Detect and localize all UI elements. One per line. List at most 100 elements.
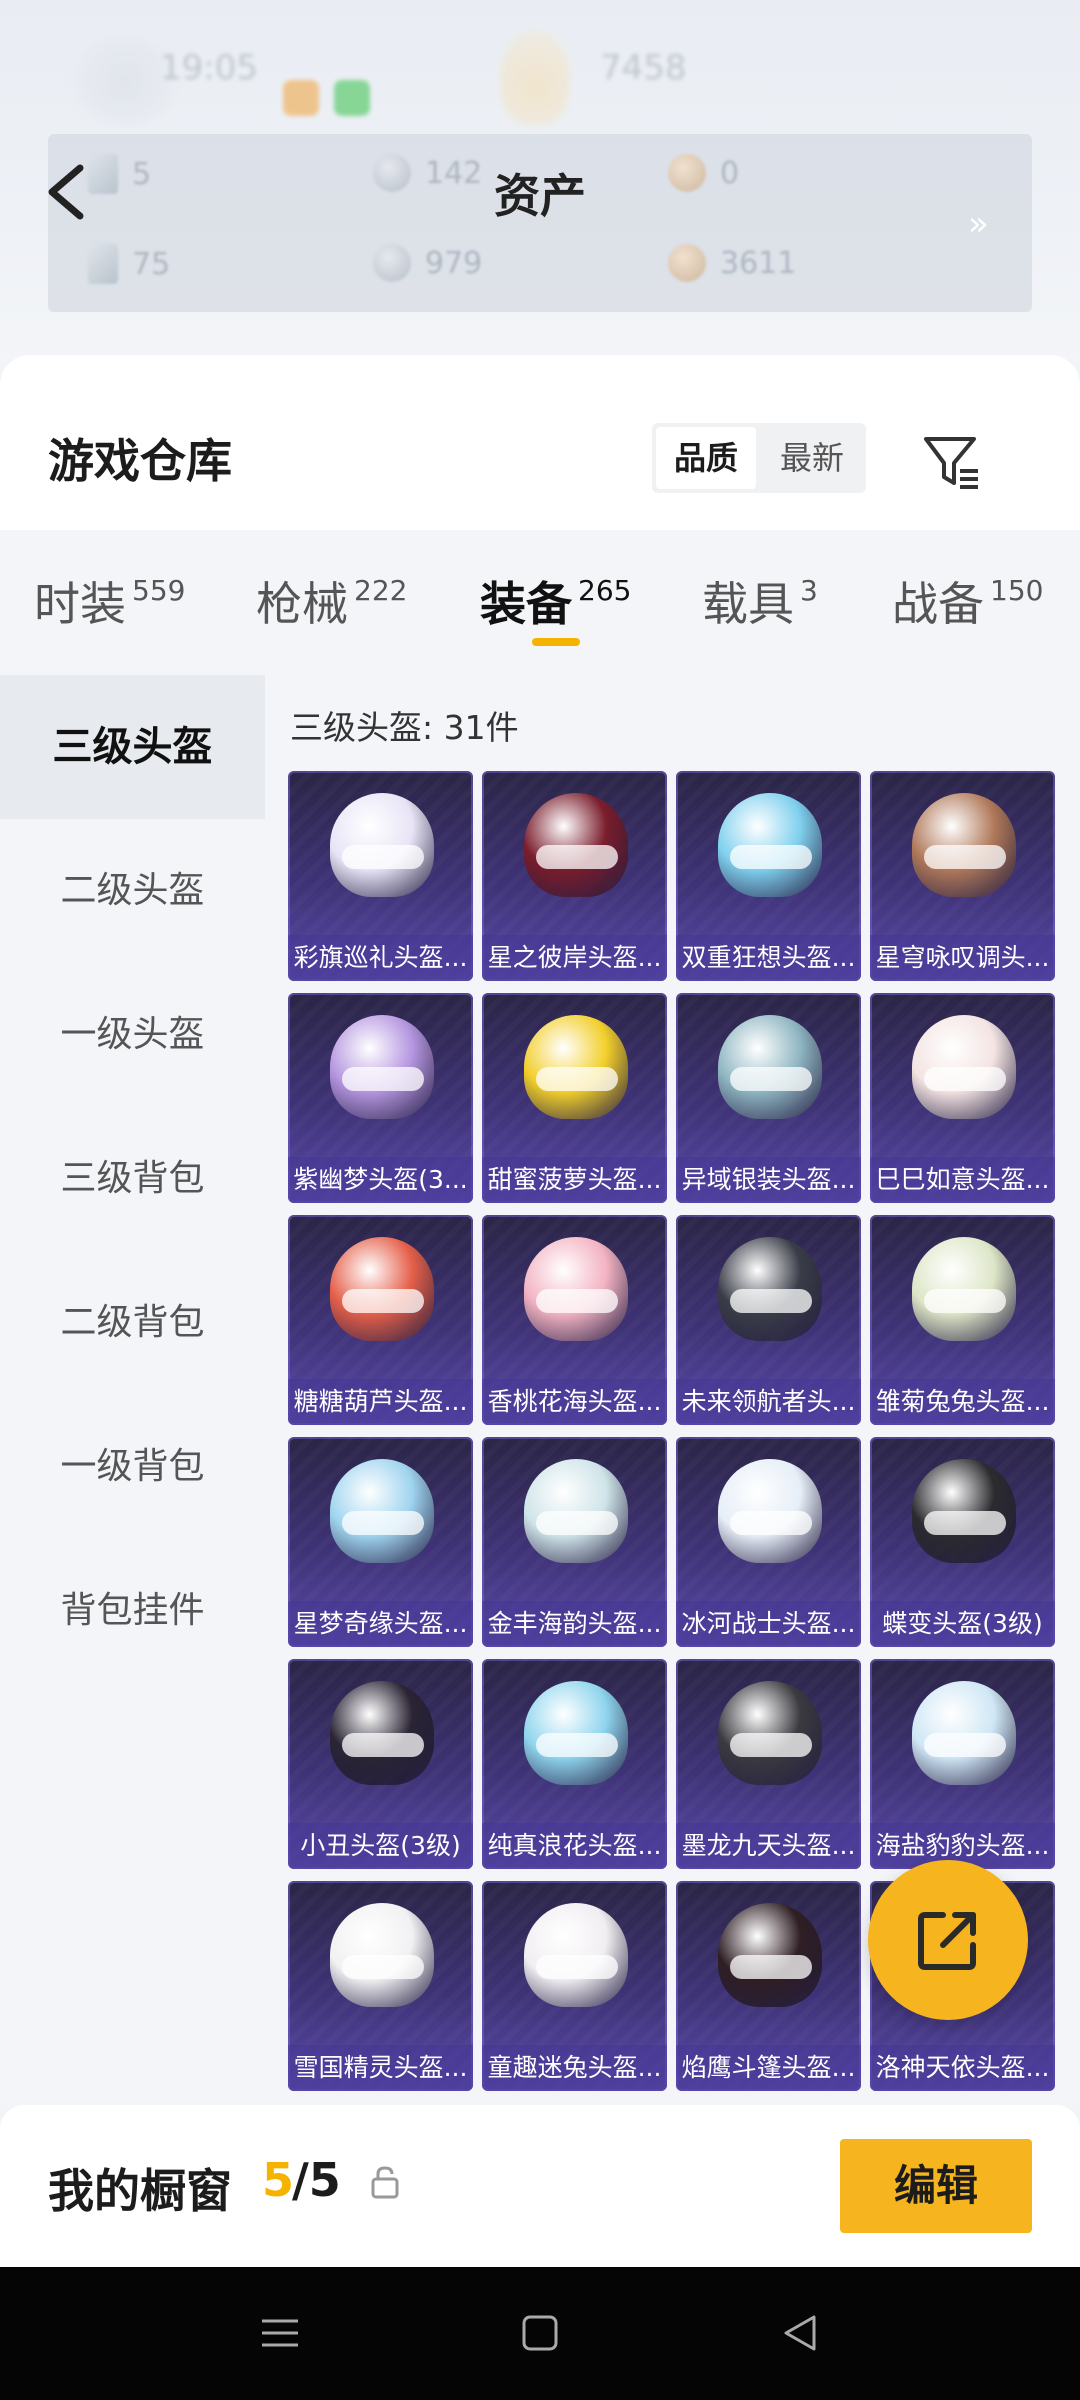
sidebar-item-level2-helmet[interactable]: 二级头盔 bbox=[0, 819, 265, 963]
item-tile[interactable]: 双重狂想头盔... bbox=[676, 771, 861, 981]
visor-icon bbox=[342, 1511, 424, 1535]
visor-icon bbox=[342, 1733, 424, 1757]
item-tile[interactable]: 巳巳如意头盔... bbox=[870, 993, 1055, 1203]
item-name: 星之彼岸头盔... bbox=[482, 935, 667, 981]
menu-icon[interactable] bbox=[252, 2305, 308, 2361]
app-notification-icon bbox=[283, 80, 319, 116]
item-name: 糖糖葫芦头盔... bbox=[288, 1379, 473, 1425]
active-tab-indicator bbox=[532, 638, 580, 646]
subcategory-sidebar: 三级头盔 二级头盔 一级头盔 三级背包 二级背包 一级背包 背包挂件 bbox=[0, 675, 265, 2105]
status-info: 7458 bbox=[600, 48, 687, 88]
message-notification-icon bbox=[334, 80, 370, 116]
item-tile[interactable]: 纯真浪花头盔... bbox=[482, 1659, 667, 1869]
item-tile[interactable]: 冰河战士头盔... bbox=[676, 1437, 861, 1647]
edit-button[interactable]: 编辑 bbox=[840, 2139, 1032, 2233]
tab-vehicles[interactable]: 载具 3 bbox=[702, 568, 818, 634]
tab-weapons[interactable]: 枪械 222 bbox=[256, 568, 407, 634]
visor-icon bbox=[536, 1511, 618, 1535]
warehouse-header: 游戏仓库 品质 最新 bbox=[0, 355, 1080, 530]
item-tile[interactable]: 小丑头盔(3级) bbox=[288, 1659, 473, 1869]
item-name: 彩旗巡礼头盔... bbox=[288, 935, 473, 981]
item-tile[interactable]: 童趣迷兔头盔... bbox=[482, 1881, 667, 2091]
sidebar-item-level3-backpack[interactable]: 三级背包 bbox=[0, 1107, 265, 1251]
tab-fashion[interactable]: 时装 559 bbox=[34, 568, 185, 634]
showcase-total-count: /5 bbox=[292, 2153, 341, 2207]
item-tile[interactable]: 雏菊兔兔头盔... bbox=[870, 1215, 1055, 1425]
item-tile[interactable]: 海盐豹豹头盔... bbox=[870, 1659, 1055, 1869]
item-tile[interactable]: 彩旗巡礼头盔... bbox=[288, 771, 473, 981]
item-tile[interactable]: 异域银装头盔... bbox=[676, 993, 861, 1203]
sidebar-item-level1-helmet[interactable]: 一级头盔 bbox=[0, 963, 265, 1107]
item-tile[interactable]: 蝶变头盔(3级) bbox=[870, 1437, 1055, 1647]
item-name: 冰河战士头盔... bbox=[676, 1601, 861, 1647]
status-bar: 19:05 7458 bbox=[0, 30, 1080, 126]
item-name: 小丑头盔(3级) bbox=[288, 1823, 473, 1869]
item-name: 双重狂想头盔... bbox=[676, 935, 861, 981]
sidebar-item-backpack-charm[interactable]: 背包挂件 bbox=[0, 1539, 265, 1683]
item-name: 星梦奇缘头盔... bbox=[288, 1601, 473, 1647]
visor-icon bbox=[730, 845, 812, 869]
item-tile[interactable]: 金丰海韵头盔... bbox=[482, 1437, 667, 1647]
bronze-coin-icon bbox=[668, 244, 706, 282]
visor-icon bbox=[536, 1289, 618, 1313]
item-name: 紫幽梦头盔(3... bbox=[288, 1157, 473, 1203]
item-tile[interactable]: 未来领航者头... bbox=[676, 1215, 861, 1425]
section-title: 三级头盔: 31件 bbox=[290, 708, 519, 747]
sort-option-quality[interactable]: 品质 bbox=[656, 427, 756, 489]
item-name: 蝶变头盔(3级) bbox=[870, 1601, 1055, 1647]
item-name: 巳巳如意头盔... bbox=[870, 1157, 1055, 1203]
visor-icon bbox=[730, 1067, 812, 1091]
lock-icon bbox=[371, 2166, 399, 2199]
item-tile[interactable]: 焰鹰斗篷头盔... bbox=[676, 1881, 861, 2091]
visor-icon bbox=[730, 1733, 812, 1757]
sidebar-item-level3-helmet[interactable]: 三级头盔 bbox=[0, 675, 265, 819]
tab-supplies[interactable]: 战备 150 bbox=[892, 568, 1043, 634]
visor-icon bbox=[730, 1511, 812, 1535]
tab-equipment[interactable]: 装备 265 bbox=[480, 568, 631, 634]
visor-icon bbox=[924, 1289, 1006, 1313]
card-icon bbox=[88, 244, 118, 284]
visor-icon bbox=[342, 1955, 424, 1979]
item-tile[interactable]: 星穹咏叹调头... bbox=[870, 771, 1055, 981]
item-tile[interactable]: 甜蜜菠萝头盔... bbox=[482, 993, 667, 1203]
warehouse-title: 游戏仓库 bbox=[48, 434, 232, 488]
header: 19:05 7458 5 142 0 75 979 3611 资产 » bbox=[0, 0, 1080, 360]
system-nav-bar bbox=[0, 2267, 1080, 2400]
sidebar-item-level2-backpack[interactable]: 二级背包 bbox=[0, 1251, 265, 1395]
item-tile[interactable]: 星之彼岸头盔... bbox=[482, 771, 667, 981]
item-name: 香桃花海头盔... bbox=[482, 1379, 667, 1425]
item-name: 焰鹰斗篷头盔... bbox=[676, 2045, 861, 2091]
showcase-current-count: 5 bbox=[262, 2153, 295, 2207]
item-tile[interactable]: 香桃花海头盔... bbox=[482, 1215, 667, 1425]
sidebar-item-level1-backpack[interactable]: 一级背包 bbox=[0, 1395, 265, 1539]
home-icon[interactable] bbox=[512, 2305, 568, 2361]
silver-coin-icon bbox=[373, 244, 411, 282]
more-chevron-icon[interactable]: » bbox=[968, 204, 989, 244]
sort-option-newest[interactable]: 最新 bbox=[762, 427, 862, 489]
visor-icon bbox=[536, 1067, 618, 1091]
item-tile[interactable]: 雪国精灵头盔... bbox=[288, 1881, 473, 2091]
item-tile[interactable]: 星梦奇缘头盔... bbox=[288, 1437, 473, 1647]
share-icon bbox=[918, 1912, 976, 1970]
item-tile[interactable]: 糖糖葫芦头盔... bbox=[288, 1215, 473, 1425]
item-name: 金丰海韵头盔... bbox=[482, 1601, 667, 1647]
item-tile[interactable]: 墨龙九天头盔... bbox=[676, 1659, 861, 1869]
visor-icon bbox=[924, 845, 1006, 869]
item-name: 墨龙九天头盔... bbox=[676, 1823, 861, 1869]
filter-icon[interactable] bbox=[922, 433, 982, 493]
visor-icon bbox=[342, 1067, 424, 1091]
item-tile[interactable]: 紫幽梦头盔(3... bbox=[288, 993, 473, 1203]
showcase-bar: 我的橱窗 5 /5 编辑 bbox=[0, 2105, 1080, 2267]
asset-item: 3611 bbox=[668, 244, 796, 282]
share-button[interactable] bbox=[868, 1860, 1028, 2020]
item-name: 雏菊兔兔头盔... bbox=[870, 1379, 1055, 1425]
asset-item: 75 bbox=[88, 244, 170, 284]
flame-icon bbox=[500, 30, 570, 125]
item-name: 星穹咏叹调头... bbox=[870, 935, 1055, 981]
visor-icon bbox=[342, 1289, 424, 1313]
item-name: 洛神天依头盔... bbox=[870, 2045, 1055, 2091]
sort-toggle: 品质 最新 bbox=[652, 423, 866, 493]
item-name: 未来领航者头... bbox=[676, 1379, 861, 1425]
asset-item: 979 bbox=[373, 244, 482, 282]
back-icon[interactable] bbox=[772, 2305, 828, 2361]
